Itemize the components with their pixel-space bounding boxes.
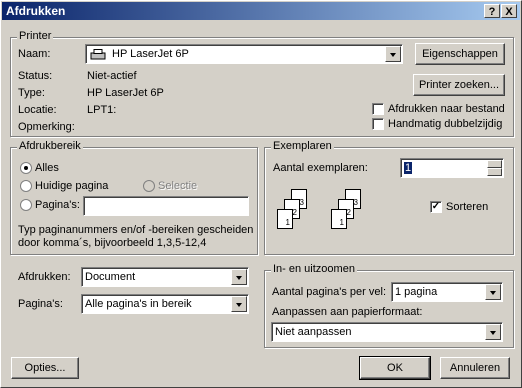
copies-count-spinner[interactable]: 1 xyxy=(400,158,504,178)
printer-group-label: Printer xyxy=(17,30,54,42)
type-value: HP LaserJet 6P xyxy=(87,87,164,99)
type-label: Type: xyxy=(18,87,45,99)
pages-input[interactable] xyxy=(83,196,249,216)
selection-label: Selectie xyxy=(158,180,198,192)
status-value: Niet-actief xyxy=(87,70,137,82)
print-to-file-label[interactable]: Afdrukken naar bestand xyxy=(388,103,505,115)
window-title: Afdrukken xyxy=(6,4,66,18)
print-pages-label: Pagina's: xyxy=(18,298,63,310)
pages-per-sheet-label: Aantal pagina's per vel: xyxy=(272,286,387,298)
spin-down-icon[interactable] xyxy=(487,168,502,176)
scale-dropdown-arrow-icon[interactable] xyxy=(485,324,501,340)
zoom-group-label: In- en uitzoomen xyxy=(271,263,357,275)
pages-per-sheet-dropdown-arrow-icon[interactable] xyxy=(485,284,501,300)
print-to-file-checkbox[interactable] xyxy=(372,103,384,115)
options-button[interactable]: Opties... xyxy=(11,357,79,379)
location-value: LPT1: xyxy=(87,104,117,116)
printer-name-label: Naam: xyxy=(18,48,51,60)
copies-group-label: Exemplaren xyxy=(271,140,334,152)
all-pages-label[interactable]: Alles xyxy=(35,162,59,174)
print-what-label: Afdrukken: xyxy=(18,271,71,283)
range-hint-line1: Typ paginanummers en/of -bereiken gesche… xyxy=(18,224,254,236)
scale-select[interactable]: Niet aanpassen xyxy=(271,322,503,342)
print-dialog: Afdrukken ? X Printer Naam: HP LaserJet … xyxy=(0,0,522,388)
collate-label[interactable]: Sorteren xyxy=(446,201,488,213)
status-label: Status: xyxy=(18,70,53,82)
range-hint-line2: door komma´s, bijvoorbeeld 1,3,5-12,4 xyxy=(18,237,207,249)
print-what-dropdown-arrow-icon[interactable] xyxy=(231,269,247,285)
find-printer-button[interactable]: Printer zoeken... xyxy=(413,74,505,96)
pages-radio[interactable] xyxy=(20,199,32,211)
copies-count-label: Aantal exemplaren: xyxy=(273,162,368,174)
printer-name-select[interactable]: HP LaserJet 6P xyxy=(85,44,403,64)
all-pages-radio[interactable] xyxy=(20,162,32,174)
pages-per-sheet-select[interactable]: 1 pagina xyxy=(391,282,503,302)
copies-count-value[interactable]: 1 xyxy=(404,162,413,174)
collate-checkbox[interactable]: ✓ xyxy=(430,201,442,213)
cancel-button[interactable]: Annuleren xyxy=(440,357,510,379)
print-what-value: Document xyxy=(85,271,136,283)
help-button[interactable]: ? xyxy=(484,4,500,18)
collate-page: 1 xyxy=(331,209,347,229)
printer-name-value: HP LaserJet 6P xyxy=(112,48,189,60)
comment-label: Opmerking: xyxy=(18,121,75,133)
properties-button[interactable]: Eigenschappen xyxy=(415,43,505,65)
print-pages-select[interactable]: Alle pagina's in bereik xyxy=(81,294,249,314)
ok-button[interactable]: OK xyxy=(359,356,431,380)
scale-value: Niet aanpassen xyxy=(275,326,352,338)
scale-label: Aanpassen aan papierformaat: xyxy=(272,306,423,318)
pages-per-sheet-value: 1 pagina xyxy=(395,286,438,298)
title-bar: Afdrukken ? X xyxy=(2,2,520,20)
pages-radio-label[interactable]: Pagina's: xyxy=(35,199,80,211)
page-range-group-label: Afdrukbereik xyxy=(17,140,83,152)
current-page-label[interactable]: Huidige pagina xyxy=(35,180,108,192)
collate-page: 1 xyxy=(277,209,293,229)
print-pages-value: Alle pagina's in bereik xyxy=(85,298,192,310)
spin-up-icon[interactable] xyxy=(487,160,502,168)
printer-dropdown-arrow-icon[interactable] xyxy=(385,46,401,62)
print-pages-dropdown-arrow-icon[interactable] xyxy=(231,296,247,312)
location-label: Locatie: xyxy=(18,104,57,116)
selection-radio[interactable] xyxy=(143,180,155,192)
manual-duplex-label[interactable]: Handmatig dubbelzijdig xyxy=(388,118,502,130)
current-page-radio[interactable] xyxy=(20,180,32,192)
close-button[interactable]: X xyxy=(501,4,517,18)
manual-duplex-checkbox[interactable] xyxy=(372,118,384,130)
printer-icon xyxy=(90,49,106,60)
print-what-select[interactable]: Document xyxy=(81,267,249,287)
